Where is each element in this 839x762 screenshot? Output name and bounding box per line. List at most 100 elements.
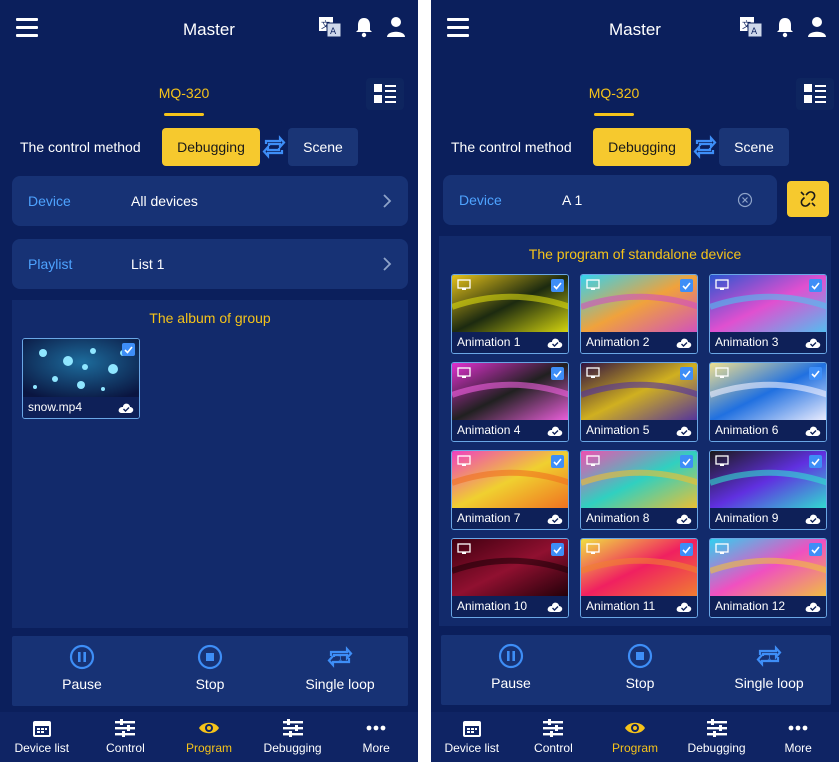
translate-icon[interactable]: 文A xyxy=(739,16,763,38)
cloud-check-icon xyxy=(547,602,563,612)
checkbox-icon[interactable] xyxy=(551,455,564,468)
nav-more[interactable]: More xyxy=(334,712,418,762)
checkbox-icon[interactable] xyxy=(680,367,693,380)
loop-icon: 1 xyxy=(756,645,782,667)
cloud-check-icon xyxy=(547,514,563,524)
checkbox-icon[interactable] xyxy=(680,279,693,292)
sliders-icon xyxy=(115,719,136,737)
menu-icon[interactable] xyxy=(16,18,38,38)
bell-icon[interactable] xyxy=(354,16,374,38)
device-row[interactable]: Device All devices xyxy=(12,176,408,226)
checkbox-icon[interactable] xyxy=(551,543,564,556)
checkbox-icon[interactable] xyxy=(551,367,564,380)
nav-program[interactable]: Program xyxy=(594,712,676,762)
unlink-button[interactable] xyxy=(787,181,829,217)
media-item[interactable]: snow.mp4 xyxy=(22,338,140,419)
nav-debugging[interactable]: Debugging xyxy=(251,712,335,762)
checkbox-icon[interactable] xyxy=(809,543,822,556)
model-tab[interactable]: MQ-320 xyxy=(0,85,393,101)
nav-device-list[interactable]: Device list xyxy=(0,712,84,762)
checkbox-icon[interactable] xyxy=(680,455,693,468)
svg-text:A: A xyxy=(330,27,337,37)
stop-icon xyxy=(627,643,653,669)
nav-program-label: Program xyxy=(185,741,232,755)
program-item[interactable]: Animation 6 xyxy=(709,362,827,442)
checkbox-icon[interactable] xyxy=(680,543,693,556)
pause-button[interactable]: Pause xyxy=(451,643,571,691)
monitor-icon xyxy=(715,367,729,378)
page-title: Master xyxy=(609,20,661,39)
nav-debugging-label: Debugging xyxy=(687,741,746,755)
nav-debugging[interactable]: Debugging xyxy=(676,712,758,762)
single-loop-label: Single loop xyxy=(734,675,804,691)
nav-more[interactable]: More xyxy=(757,712,839,762)
monitor-icon xyxy=(457,367,471,378)
album-title: The album of group xyxy=(149,310,271,326)
device-row[interactable]: Device A 1 xyxy=(443,175,777,225)
single-loop-button[interactable]: 1 Single loop xyxy=(280,644,400,692)
swap-icon[interactable] xyxy=(692,135,718,159)
chevron-right-icon xyxy=(383,194,392,208)
checkbox-icon[interactable] xyxy=(122,343,135,356)
nav-control[interactable]: Control xyxy=(84,712,168,762)
program-item[interactable]: Animation 1 xyxy=(451,274,569,354)
stop-button[interactable]: Stop xyxy=(580,643,700,691)
menu-icon[interactable] xyxy=(447,18,469,38)
loop-icon: 1 xyxy=(327,646,353,668)
monitor-icon xyxy=(457,279,471,290)
playlist-value: List 1 xyxy=(131,256,165,272)
program-item[interactable]: Animation 10 xyxy=(451,538,569,618)
debugging-button[interactable]: Debugging xyxy=(162,128,260,166)
playlist-label: Playlist xyxy=(28,256,73,272)
single-loop-button[interactable]: 1 Single loop xyxy=(709,643,829,691)
monitor-icon xyxy=(586,279,600,290)
left-screen: Master 文A MQ-320 The control method Debu… xyxy=(0,0,418,762)
cloud-check-icon xyxy=(676,602,692,612)
cloud-check-icon xyxy=(676,426,692,436)
checkbox-icon[interactable] xyxy=(809,455,822,468)
user-icon[interactable] xyxy=(807,16,827,38)
program-item[interactable]: Animation 4 xyxy=(451,362,569,442)
nav-device-list[interactable]: Device list xyxy=(431,712,513,762)
nav-control[interactable]: Control xyxy=(513,712,595,762)
checkbox-icon[interactable] xyxy=(551,279,564,292)
scene-button[interactable]: Scene xyxy=(288,128,358,166)
control-method-row: The control method Debugging Scene xyxy=(451,128,839,166)
pause-button[interactable]: Pause xyxy=(22,644,142,692)
model-tab[interactable]: MQ-320 xyxy=(431,85,818,101)
clear-icon[interactable] xyxy=(737,192,753,208)
bell-icon[interactable] xyxy=(775,16,795,38)
calendar-icon xyxy=(32,721,51,737)
nav-program[interactable]: Program xyxy=(167,712,251,762)
device-label: Device xyxy=(459,192,502,208)
program-item[interactable]: Animation 9 xyxy=(709,450,827,530)
program-item[interactable]: Animation 5 xyxy=(580,362,698,442)
checkbox-icon[interactable] xyxy=(809,279,822,292)
program-item[interactable]: Animation 8 xyxy=(580,450,698,530)
swap-icon[interactable] xyxy=(261,135,287,159)
debugging-button[interactable]: Debugging xyxy=(593,128,691,166)
control-method-label: The control method xyxy=(451,139,572,155)
single-loop-label: Single loop xyxy=(305,676,375,692)
stop-button[interactable]: Stop xyxy=(150,644,270,692)
playlist-row[interactable]: Playlist List 1 xyxy=(12,239,408,289)
top-bar: Master 文A xyxy=(0,0,418,60)
view-toggle-button[interactable] xyxy=(796,78,834,110)
view-toggle-button[interactable] xyxy=(366,78,404,110)
program-item[interactable]: Animation 3 xyxy=(709,274,827,354)
program-item[interactable]: Animation 12 xyxy=(709,538,827,618)
translate-icon[interactable]: 文A xyxy=(318,16,342,38)
program-item[interactable]: Animation 7 xyxy=(451,450,569,530)
program-item[interactable]: Animation 11 xyxy=(580,538,698,618)
checkbox-icon[interactable] xyxy=(809,367,822,380)
sliders-icon xyxy=(543,719,564,737)
program-item[interactable]: Animation 2 xyxy=(580,274,698,354)
eye-icon xyxy=(624,722,645,734)
user-icon[interactable] xyxy=(386,16,406,38)
stop-label: Stop xyxy=(625,675,655,691)
scene-button[interactable]: Scene xyxy=(719,128,789,166)
bottom-navigation: Device list Control Program Debugging Mo… xyxy=(431,712,839,762)
nav-control-label: Control xyxy=(534,741,573,755)
monitor-icon xyxy=(586,367,600,378)
more-icon xyxy=(788,725,808,731)
